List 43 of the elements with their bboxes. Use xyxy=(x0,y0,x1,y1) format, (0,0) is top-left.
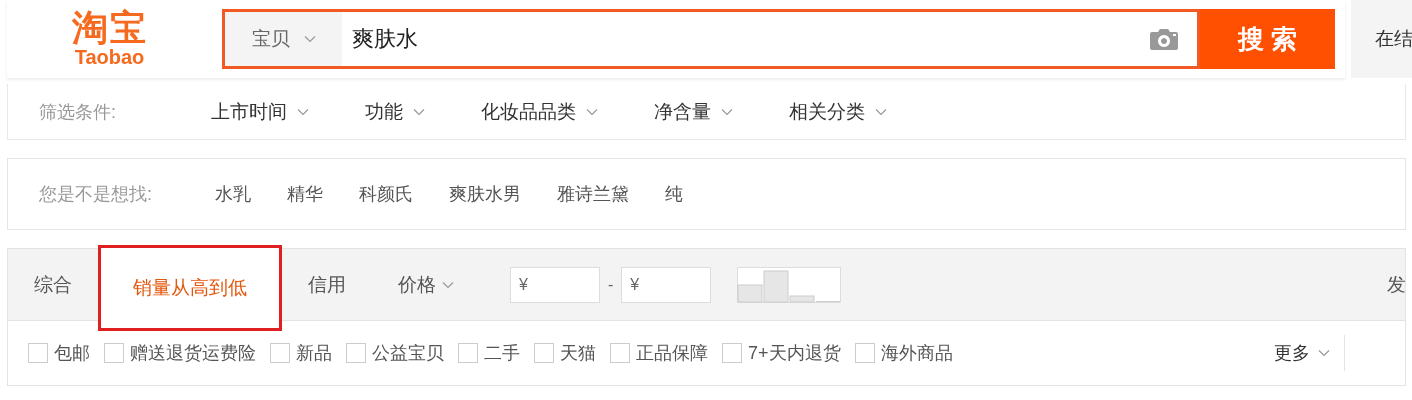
suggestion-link[interactable]: 精华 xyxy=(287,182,323,206)
sort-tab[interactable]: 价格 xyxy=(372,249,480,320)
filter-checkbox[interactable]: 赠送退货运费险 xyxy=(104,341,256,365)
filter-dropdown[interactable]: 化妆品品类 xyxy=(481,98,598,125)
more-dropdown[interactable]: 更多 xyxy=(1274,335,1345,371)
filter-label: 筛选条件: xyxy=(39,100,117,124)
filter-dropdown[interactable]: 功能 xyxy=(365,98,425,125)
filter-checkbox[interactable]: 包邮 xyxy=(28,341,90,365)
chevron-down-icon xyxy=(413,107,425,116)
search-scope-dropdown[interactable]: 宝贝 xyxy=(225,12,342,66)
chevron-down-icon xyxy=(586,107,598,116)
chevron-down-icon xyxy=(297,107,309,116)
filter-checkbox[interactable]: 新品 xyxy=(270,341,332,365)
suggestion-link[interactable]: 水乳 xyxy=(215,182,251,206)
chevron-down-icon xyxy=(875,107,887,116)
suggestion-label: 您是不是想找: xyxy=(39,183,153,206)
max-price-field[interactable]: ¥ xyxy=(621,266,712,303)
filter-dropdown[interactable]: 上市时间 xyxy=(211,98,309,125)
filter-checkbox[interactable]: 二手 xyxy=(458,341,520,365)
chevron-down-icon xyxy=(1318,349,1330,357)
sort-tab[interactable]: 综合 xyxy=(8,249,98,320)
filter-checkbox[interactable]: 天猫 xyxy=(534,341,596,365)
chevron-down-icon xyxy=(721,107,733,116)
range-separator: - xyxy=(608,275,614,294)
filter-checkbox[interactable]: 正品保障 xyxy=(610,341,708,365)
filter-checkbox[interactable]: 公益宝贝 xyxy=(346,341,444,365)
filter-checkbox[interactable]: 7+天内退货 xyxy=(722,341,841,365)
filter-checkbox[interactable]: 海外商品 xyxy=(854,341,953,365)
chevron-down-icon xyxy=(303,35,316,43)
min-price-field[interactable]: ¥ xyxy=(510,266,600,303)
sort-link[interactable]: 发 xyxy=(1387,271,1405,298)
chevron-down-icon xyxy=(442,280,454,289)
suggestion-link[interactable]: 科颜氏 xyxy=(359,182,413,206)
search-field[interactable]: 宝贝 爽肤水 xyxy=(222,9,1200,69)
filter-dropdown[interactable]: 净含量 xyxy=(654,98,733,125)
camera-icon[interactable] xyxy=(1149,27,1179,51)
price-histogram-icon[interactable] xyxy=(737,266,842,303)
filter-dropdown[interactable]: 相关分类 xyxy=(789,98,887,125)
suggestion-link[interactable]: 爽肤水男 xyxy=(449,182,521,206)
sort-tab[interactable]: 信用 xyxy=(282,249,372,320)
suggestion-link[interactable]: 雅诗兰黛 xyxy=(557,182,629,206)
suggestion-link[interactable]: 纯 xyxy=(665,182,683,206)
sort-tab[interactable]: 销量从高到低 xyxy=(98,245,282,331)
